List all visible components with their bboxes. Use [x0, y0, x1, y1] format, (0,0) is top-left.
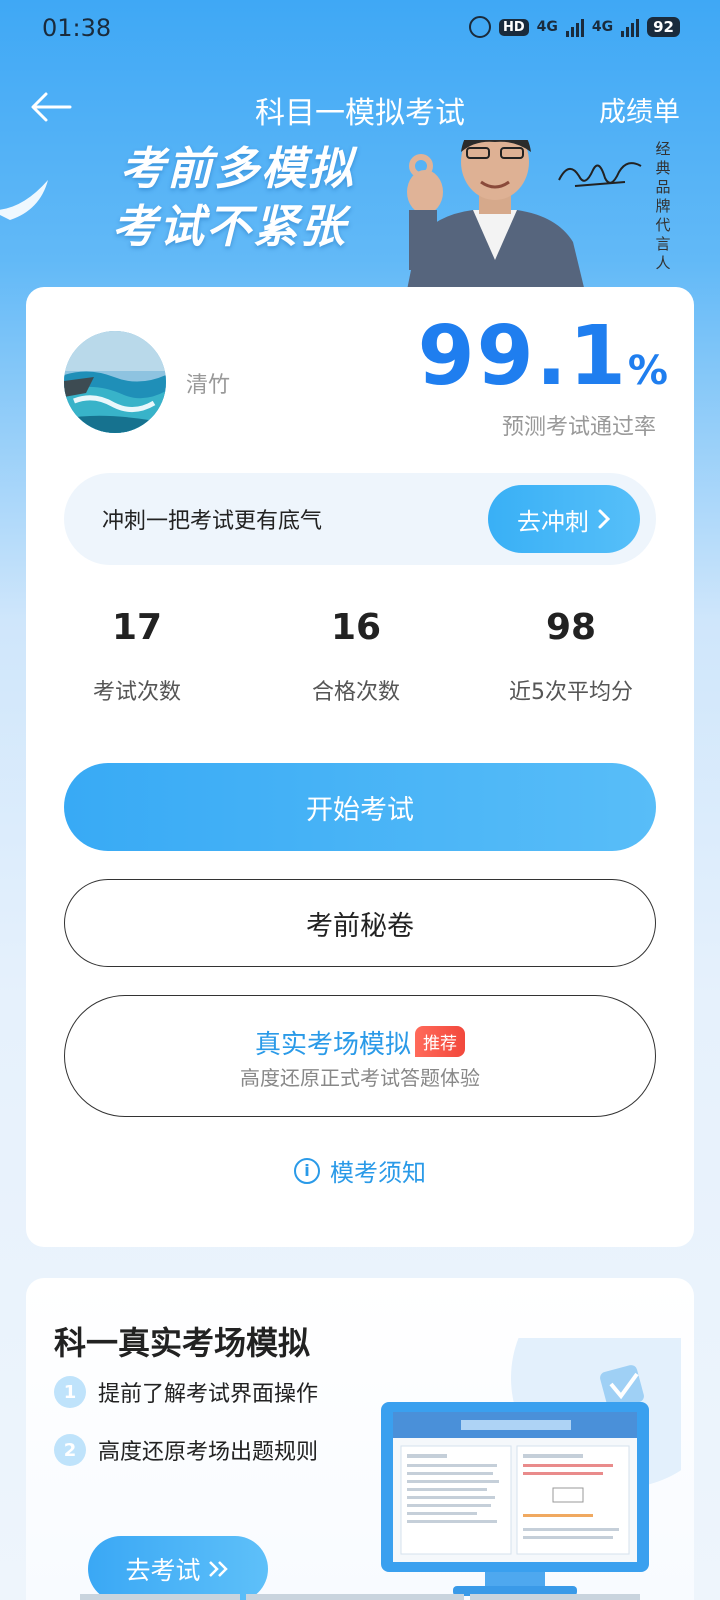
- battery-icon: 92: [647, 17, 680, 37]
- go-exam-label: 去考试: [125, 1556, 201, 1585]
- status-icons: HD 4G 4G 92: [468, 16, 680, 38]
- pass-rate: 99.1%: [418, 309, 668, 404]
- info-icon: i: [294, 1157, 320, 1184]
- stat-value: 98: [545, 607, 597, 648]
- banner-slogan-line1: 考前多模拟: [120, 142, 356, 195]
- signal-4g-label-2: 4G: [591, 19, 614, 35]
- real-exam-title: 真实考场模拟: [254, 1030, 411, 1060]
- stat-exam-count: 17 考试次数: [26, 607, 248, 706]
- feature-index: 2: [54, 1434, 86, 1466]
- home-indicator: [80, 1594, 640, 1600]
- real-exam-promo-card: 科一真实考场模拟 1 提前了解考试界面操作 2 高度还原考场出题规则 去考试: [26, 1278, 694, 1600]
- exam-summary-card: 清竹 99.1% 预测考试通过率 冲刺一把考试更有底气 去冲刺 17 考试次数 …: [26, 287, 694, 1247]
- chevron-right-icon: [598, 509, 611, 529]
- real-exam-simulation-button[interactable]: 真实考场模拟 推荐 高度还原正式考试答题体验: [64, 995, 656, 1117]
- stat-value: 17: [111, 607, 163, 648]
- sprint-button-label: 去冲刺: [517, 507, 589, 536]
- header: 科目一模拟考试 成绩单: [0, 78, 720, 138]
- pass-rate-label: 预测考试通过率: [501, 415, 656, 440]
- promo-banner[interactable]: 考前多模拟 考试不紧张 经典品牌代言人: [0, 140, 720, 290]
- pass-rate-unit: %: [627, 348, 668, 394]
- exam-notice-label: 模考须知: [330, 1159, 426, 1187]
- real-exam-subtitle: 高度还原正式考试答题体验: [240, 1066, 480, 1090]
- go-exam-button[interactable]: 去考试: [88, 1536, 268, 1600]
- alarm-icon: [468, 16, 491, 38]
- paper-decoration-icon: [0, 180, 48, 220]
- stat-label: 考试次数: [92, 680, 181, 705]
- sprint-box: 冲刺一把考试更有底气 去冲刺: [64, 473, 656, 565]
- secret-paper-button[interactable]: 考前秘卷: [64, 879, 656, 967]
- signal-bars-icon-2: [621, 17, 640, 37]
- feature-text: 提前了解考试界面操作: [98, 1382, 319, 1407]
- exam-computer-illustration: [381, 1338, 681, 1596]
- feature-index: 1: [54, 1376, 86, 1408]
- stat-average-score: 98 近5次平均分: [460, 607, 682, 706]
- recommend-badge: 推荐: [415, 1026, 465, 1057]
- banner-slogan: 考前多模拟 考试不紧张: [112, 140, 356, 256]
- feature-item: 2 高度还原考场出题规则: [54, 1434, 318, 1466]
- signature-image: [558, 162, 642, 187]
- promo-title: 科一真实考场模拟: [54, 1324, 311, 1362]
- start-exam-button[interactable]: 开始考试: [64, 763, 656, 851]
- endorsement-text: 经典品牌代言人: [655, 140, 671, 272]
- status-bar: 01:38 HD 4G 4G 92: [0, 0, 720, 58]
- user-name: 清竹: [186, 373, 231, 398]
- avatar-image: [64, 331, 166, 433]
- signal-4g-label: 4G: [536, 19, 558, 35]
- avatar[interactable]: [64, 331, 166, 433]
- signal-bars-icon: [565, 17, 584, 37]
- stat-label: 近5次平均分: [509, 680, 633, 705]
- stat-pass-count: 16 合格次数: [245, 607, 467, 706]
- pass-rate-value: 99.1: [417, 309, 628, 404]
- stats-row: 17 考试次数 16 合格次数 98 近5次平均分: [26, 607, 694, 717]
- feature-item: 1 提前了解考试界面操作: [54, 1376, 318, 1408]
- feature-text: 高度还原考场出题规则: [98, 1440, 319, 1465]
- status-time: 01:38: [42, 14, 112, 42]
- report-card-link[interactable]: 成绩单: [599, 90, 680, 129]
- exam-notice-link[interactable]: i 模考须知: [26, 1153, 694, 1188]
- real-exam-title-row: 真实考场模拟 推荐: [65, 1024, 655, 1061]
- banner-slogan-line2: 考试不紧张: [112, 200, 348, 253]
- sprint-text: 冲刺一把考试更有底气: [102, 509, 323, 534]
- sprint-button[interactable]: 去冲刺: [488, 485, 640, 553]
- double-chevron-right-icon: [208, 1561, 228, 1577]
- stat-label: 合格次数: [311, 680, 400, 705]
- hd-icon: HD: [498, 18, 529, 36]
- stat-value: 16: [330, 607, 382, 648]
